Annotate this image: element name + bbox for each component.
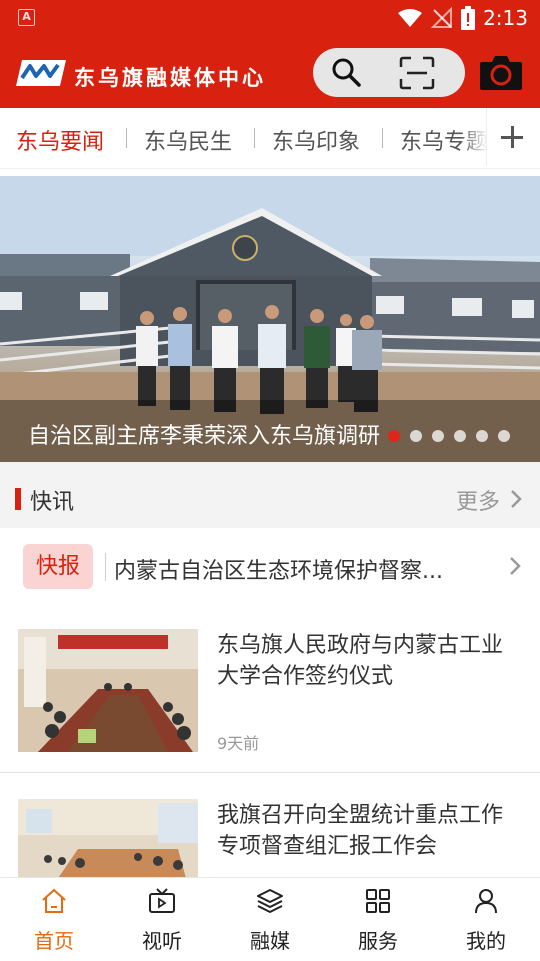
carousel-dot[interactable] [410, 430, 422, 442]
tab-divider [126, 128, 127, 148]
nav-label: 融媒 [250, 929, 290, 953]
wifi-icon [398, 9, 423, 27]
tab-divider [254, 128, 255, 148]
user-icon [475, 889, 497, 914]
carousel-dot[interactable] [454, 430, 466, 442]
add-channel-button[interactable] [486, 108, 540, 166]
banner-caption: 自治区副主席李秉荣深入东乌旗调研 [28, 424, 381, 449]
camera-icon[interactable] [479, 53, 523, 91]
scan-icon[interactable] [399, 56, 435, 90]
carousel-dot[interactable] [498, 430, 510, 442]
nav-profile[interactable]: 我的 [432, 877, 540, 960]
news-title[interactable]: 我旗召开向全盟统计重点工作专项督查组汇报工作会 [217, 800, 517, 862]
carousel-dot[interactable] [432, 430, 444, 442]
tab-dongwu-impression[interactable]: 东乌印象 [272, 124, 360, 156]
chevron-right-icon[interactable] [508, 556, 522, 576]
carousel-indicators [388, 430, 510, 442]
status-indicators: 2:13 [397, 5, 528, 31]
news-thumbnail [18, 799, 198, 877]
carousel-dot[interactable] [388, 430, 400, 442]
tab-dongwu-news[interactable]: 东乌要闻 [16, 124, 104, 156]
tv-icon [149, 888, 175, 913]
nav-home[interactable]: 首页 [0, 877, 108, 960]
tab-fade [460, 108, 488, 166]
nav-label: 视听 [142, 929, 182, 953]
app-notification-icon: A [18, 9, 35, 26]
section-accent-bar [15, 488, 21, 510]
flash-badge: 快报 [23, 544, 93, 589]
battery-alert-icon [461, 6, 476, 30]
grid-icon [366, 889, 390, 913]
layers-icon [257, 889, 283, 913]
status-time: 2:13 [483, 6, 528, 30]
no-signal-icon [431, 7, 453, 28]
news-time: 9天前 [217, 734, 260, 753]
flash-headline[interactable]: 内蒙古自治区生态环境保护督察... [114, 553, 443, 585]
nav-audio-video[interactable]: 视听 [108, 877, 216, 960]
tab-divider [382, 128, 383, 148]
meeting-photo-image [18, 629, 198, 752]
brand-name: 东乌旗融媒体中心 [74, 65, 266, 90]
flash-divider [105, 553, 106, 581]
nav-services[interactable]: 服务 [324, 877, 432, 960]
nav-media[interactable]: 融媒 [216, 877, 324, 960]
brand-logo-icon [16, 60, 66, 86]
search-icon[interactable] [330, 56, 362, 88]
nav-label: 服务 [358, 929, 398, 953]
chevron-right-icon[interactable] [508, 488, 524, 510]
section-title: 快讯 [30, 490, 75, 515]
tab-dongwu-livelihood[interactable]: 东乌民生 [144, 124, 232, 156]
meeting-photo-image [18, 799, 198, 877]
nav-label: 首页 [34, 929, 74, 953]
nav-label: 我的 [466, 929, 506, 953]
status-bar: A 2:13 [0, 0, 540, 36]
more-link[interactable]: 更多 [456, 484, 500, 516]
carousel-dot[interactable] [476, 430, 488, 442]
home-icon [42, 888, 66, 913]
news-title[interactable]: 东乌旗人民政府与内蒙古工业大学合作签约仪式 [217, 630, 517, 692]
news-thumbnail [18, 629, 198, 752]
